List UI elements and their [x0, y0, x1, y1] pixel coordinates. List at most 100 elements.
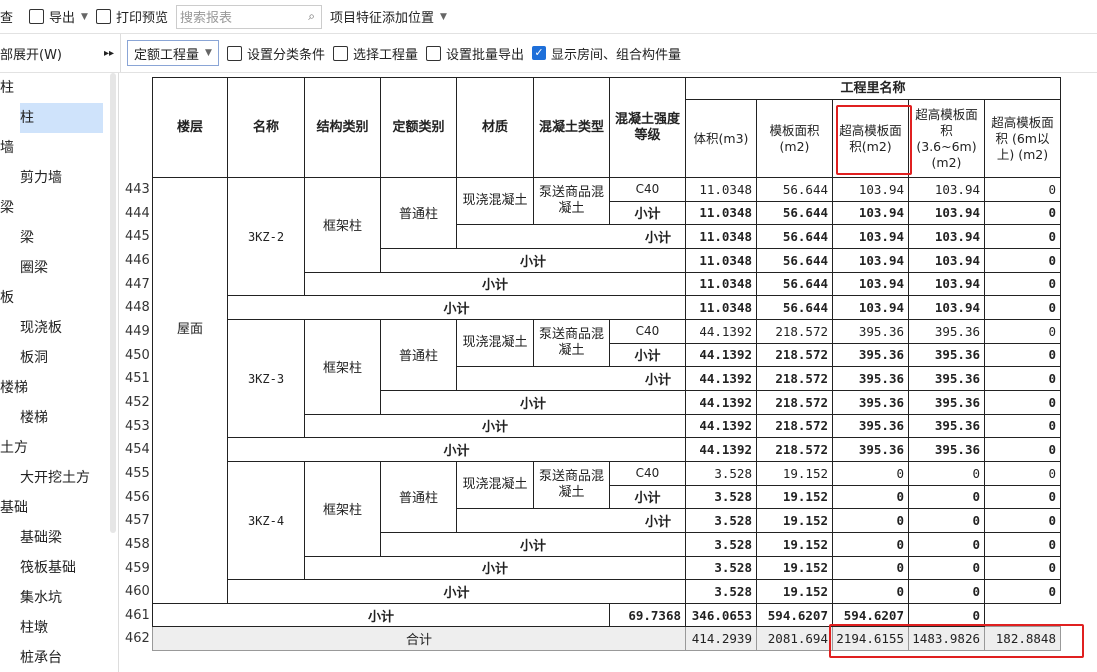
row-number: 443 [125, 182, 150, 197]
subtotal-label: 小计 [456, 366, 686, 391]
value-cell: 19.152 [756, 484, 833, 510]
tree-item[interactable]: 现浇板 [0, 313, 118, 343]
struct-type-cell: 框架柱 [304, 460, 381, 557]
value-cell: 395.36 [832, 366, 909, 391]
value-cell: 0 [984, 460, 1061, 486]
tree-group[interactable]: 楼梯 [0, 373, 118, 403]
tree-item-label: 大开挖土方 [20, 470, 90, 486]
quota-type-cell: 普通柱 [380, 177, 457, 249]
value-cell: 103.94 [832, 224, 909, 249]
value-cell: 395.36 [832, 342, 909, 368]
table-row[interactable]: 3KZ-3 框架柱 普通柱 现浇混凝土 泵送商品混凝土 C40 44.1392 218.572… [153, 318, 1061, 439]
tree-item-label: 桩承台 [20, 650, 62, 666]
value-cell: 218.572 [756, 366, 833, 391]
table-row[interactable]: 合计 414.2939 2081.694 2194.6155 1483.9826 182.… [152, 626, 1061, 652]
quota-select-value: 定额工程量 [134, 47, 200, 63]
print-preview-button[interactable]: 打印预览 [95, 7, 168, 26]
header-volume: 体积(m3) [685, 99, 757, 178]
value-cell: 11.0348 [685, 177, 757, 202]
struct-type-cell: 框架柱 [304, 177, 381, 273]
quota-select[interactable]: 定额工程量 ▼ [127, 40, 219, 66]
value-cell: 19.152 [756, 508, 833, 533]
table-row[interactable]: 小计 11.0348 56.644 103.94 103.94 0 [153, 295, 1061, 320]
expand-all-button[interactable]: 部展开(W) ▸▸ [0, 34, 121, 72]
value-cell: 0 [984, 366, 1061, 391]
tree-item[interactable]: 筏板基础 [0, 553, 118, 583]
tree-item[interactable]: 大开挖土方 [0, 463, 118, 493]
tree-item-label: 楼梯 [0, 380, 28, 396]
search-input[interactable]: 搜索报表 ⌕ [175, 4, 322, 29]
double-chevron-icon[interactable]: ▸▸ [104, 48, 114, 59]
row-number: 460 [125, 584, 150, 600]
subtotal-label: 小计 [380, 389, 686, 415]
tree-item[interactable]: 桩承台 [0, 643, 118, 672]
table-row[interactable]: 3KZ-4 框架柱 普通柱 现浇混凝土 泵送商品混凝土 C40 3.528 19.152 0 0 0 [153, 460, 1061, 581]
checkbox-checked-icon[interactable]: ✓ [531, 46, 546, 60]
row-number: 459 [125, 560, 150, 576]
header-row: 楼层 名称 结构类别 定额类别 材质 混凝土类型 混凝土强度等级 工程里名称 [152, 77, 1061, 178]
value-cell: 3.528 [685, 531, 757, 557]
value-cell: 0 [832, 484, 909, 510]
tree-item[interactable]: 楼梯 [0, 403, 118, 433]
show-rooms-checkbox[interactable]: ✓ 显示房间、组合构件量 [531, 44, 681, 63]
tree-group[interactable]: 墙 [0, 133, 118, 163]
quota-type-cell: 普通柱 [380, 460, 457, 533]
tree-group[interactable]: 基础 [0, 493, 118, 523]
total-label: 合计 [152, 626, 686, 652]
component-name-cell: 3KZ-2 [227, 176, 305, 297]
table-row[interactable]: 小计 69.7368 346.0653 594.6207 594.6207 0 [152, 602, 1061, 628]
value-cell: 103.94 [832, 247, 909, 273]
tree-item[interactable]: 集水坑 [0, 583, 118, 613]
tree-item[interactable]: 板洞 [0, 343, 118, 373]
tree-item[interactable]: 梁 [0, 223, 118, 253]
tree-item[interactable]: 圈梁 [0, 253, 118, 283]
value-cell: 218.572 [756, 389, 833, 415]
tree-group[interactable]: 柱 [0, 73, 118, 103]
value-cell: 44.1392 [685, 389, 757, 415]
tree-item[interactable]: 柱墩 [0, 613, 118, 643]
strength-cell: C40 [609, 177, 686, 202]
query-button[interactable]: 查 [0, 7, 13, 26]
value-cell: 11.0348 [685, 271, 757, 297]
material-cell: 现浇混凝土 [456, 176, 534, 226]
header-strength: 混凝土强度等级 [609, 77, 686, 178]
tree-item-label: 梁 [0, 200, 14, 216]
tree-group[interactable]: 土方 [0, 433, 118, 463]
tree-group[interactable]: 板 [0, 283, 118, 313]
value-cell: 0 [832, 555, 909, 581]
scrollbar[interactable] [110, 73, 116, 533]
value-cell: 346.0653 [685, 602, 757, 628]
export-button[interactable]: 导出 ▼ [29, 7, 88, 26]
value-cell: 2194.6155 [832, 626, 909, 652]
select-quantity-button[interactable]: 选择工程量 [332, 44, 418, 63]
tree-group[interactable]: 梁 [0, 193, 118, 223]
search-icon[interactable]: ⌕ [308, 9, 315, 24]
value-cell: 0 [984, 177, 1061, 202]
row-number: 453 [125, 418, 150, 434]
value-cell: 0 [832, 579, 909, 604]
set-category-button[interactable]: 设置分类条件 [226, 44, 325, 63]
value-cell: 0 [984, 437, 1061, 462]
table-row[interactable]: 小计 3.528 19.152 0 0 0 [153, 579, 1061, 604]
batch-export-button[interactable]: 设置批量导出 [425, 44, 524, 63]
chevron-down-icon[interactable]: ▼ [81, 12, 88, 22]
tree-item[interactable]: 基础梁 [0, 523, 118, 553]
value-cell: 218.572 [756, 437, 833, 462]
value-cell: 103.94 [832, 271, 909, 297]
subtotal-label: 小计 [152, 602, 610, 628]
tree-item-label: 板洞 [20, 350, 48, 366]
tree-item[interactable]: 柱 [0, 103, 118, 133]
value-cell: 44.1392 [685, 437, 757, 462]
tree-item-label: 墙 [0, 140, 14, 156]
row-number: 457 [125, 513, 150, 529]
table-row[interactable]: 小计 44.1392 218.572 395.36 395.36 0 [153, 437, 1061, 462]
value-cell: 0 [984, 579, 1061, 604]
value-cell: 0 [832, 460, 909, 486]
value-cell: 182.8848 [984, 626, 1061, 652]
feature-position-button[interactable]: 项目特征添加位置 ▼ [330, 7, 447, 26]
tree-item[interactable]: 剪力墙 [0, 163, 118, 193]
chevron-down-icon[interactable]: ▼ [440, 12, 447, 22]
value-cell: 0 [908, 531, 985, 557]
table-row[interactable]: 屋面 3KZ-2 框架柱 普通柱 现浇混凝土 泵送商品混凝土 C40 11.0348 56.64… [152, 176, 1061, 604]
report-grid: 楼层 名称 结构类别 定额类别 材质 混凝土类型 混凝土强度等级 工程里名称 体… [152, 77, 1061, 652]
